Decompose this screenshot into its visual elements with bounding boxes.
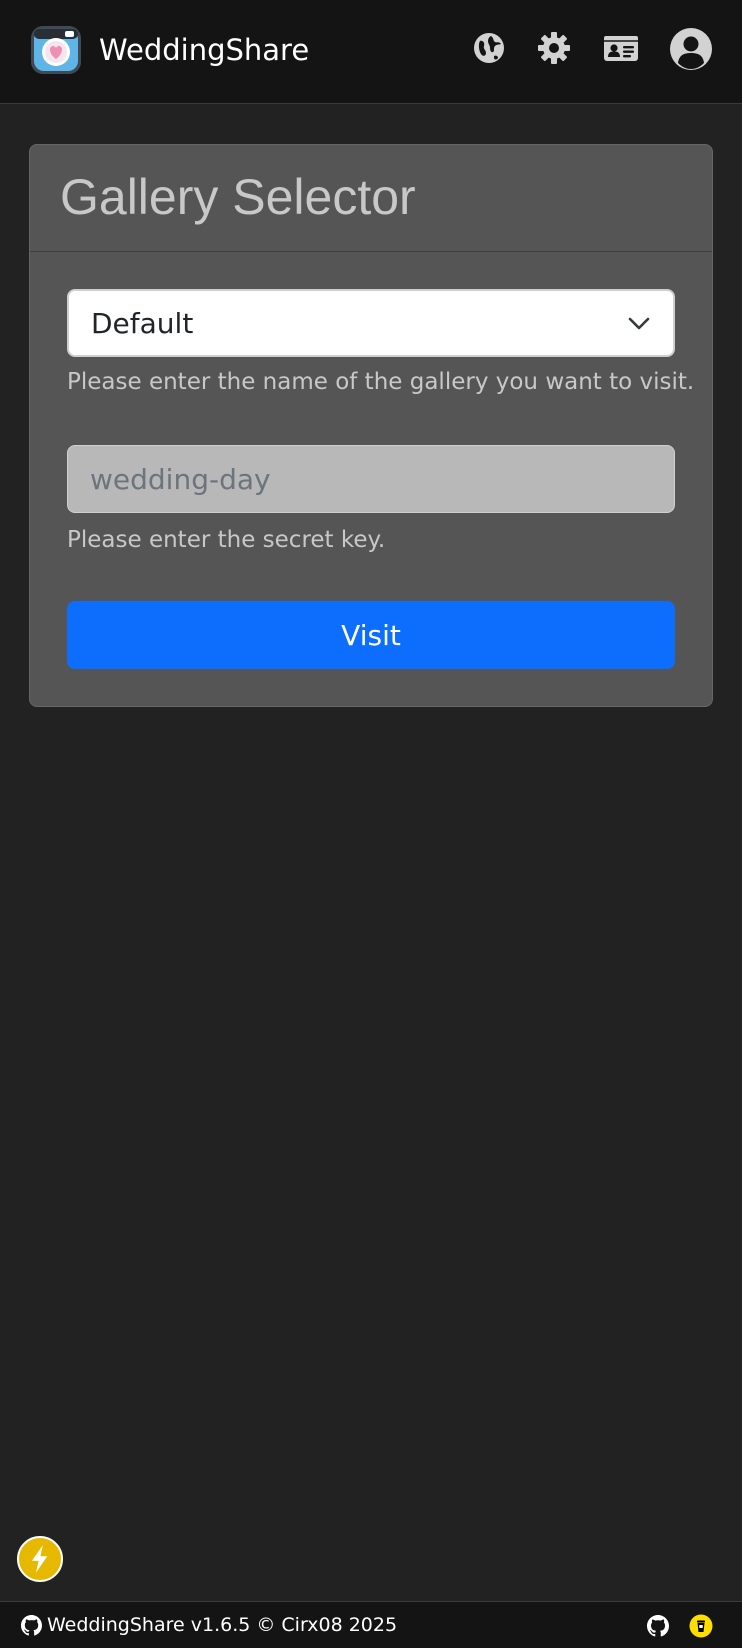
id-card-icon[interactable]	[603, 30, 639, 66]
gallery-select-value: Default	[91, 307, 194, 340]
github-icon	[21, 1615, 42, 1636]
buy-me-a-coffee-icon[interactable]	[689, 1614, 713, 1638]
card-header: Gallery Selector	[30, 145, 712, 252]
secret-key-help-text: Please enter the secret key.	[67, 527, 386, 553]
user-avatar-icon[interactable]	[669, 27, 713, 71]
secret-key-input[interactable]	[67, 445, 675, 513]
lightning-icon[interactable]	[17, 1536, 63, 1582]
page-title: Gallery Selector	[60, 169, 416, 225]
visit-button[interactable]: Visit	[67, 601, 675, 669]
camera-heart-logo-icon[interactable]	[30, 23, 82, 75]
gallery-select[interactable]: Default	[67, 289, 675, 357]
gear-icon[interactable]	[536, 30, 572, 66]
globe-icon[interactable]	[471, 30, 507, 66]
footer-copyright: WeddingShare v1.6.5 © Cirx08 2025	[47, 1614, 398, 1636]
footer: WeddingShare v1.6.5 © Cirx08 2025	[0, 1601, 742, 1648]
gallery-help-text: Please enter the name of the gallery you…	[67, 369, 695, 395]
github-icon[interactable]	[647, 1615, 669, 1637]
brand-name[interactable]: WeddingShare	[99, 30, 309, 70]
navbar: WeddingShare	[0, 0, 742, 104]
gallery-selector-card: Gallery Selector Default Please enter th…	[29, 144, 713, 707]
chevron-down-icon	[627, 311, 651, 335]
